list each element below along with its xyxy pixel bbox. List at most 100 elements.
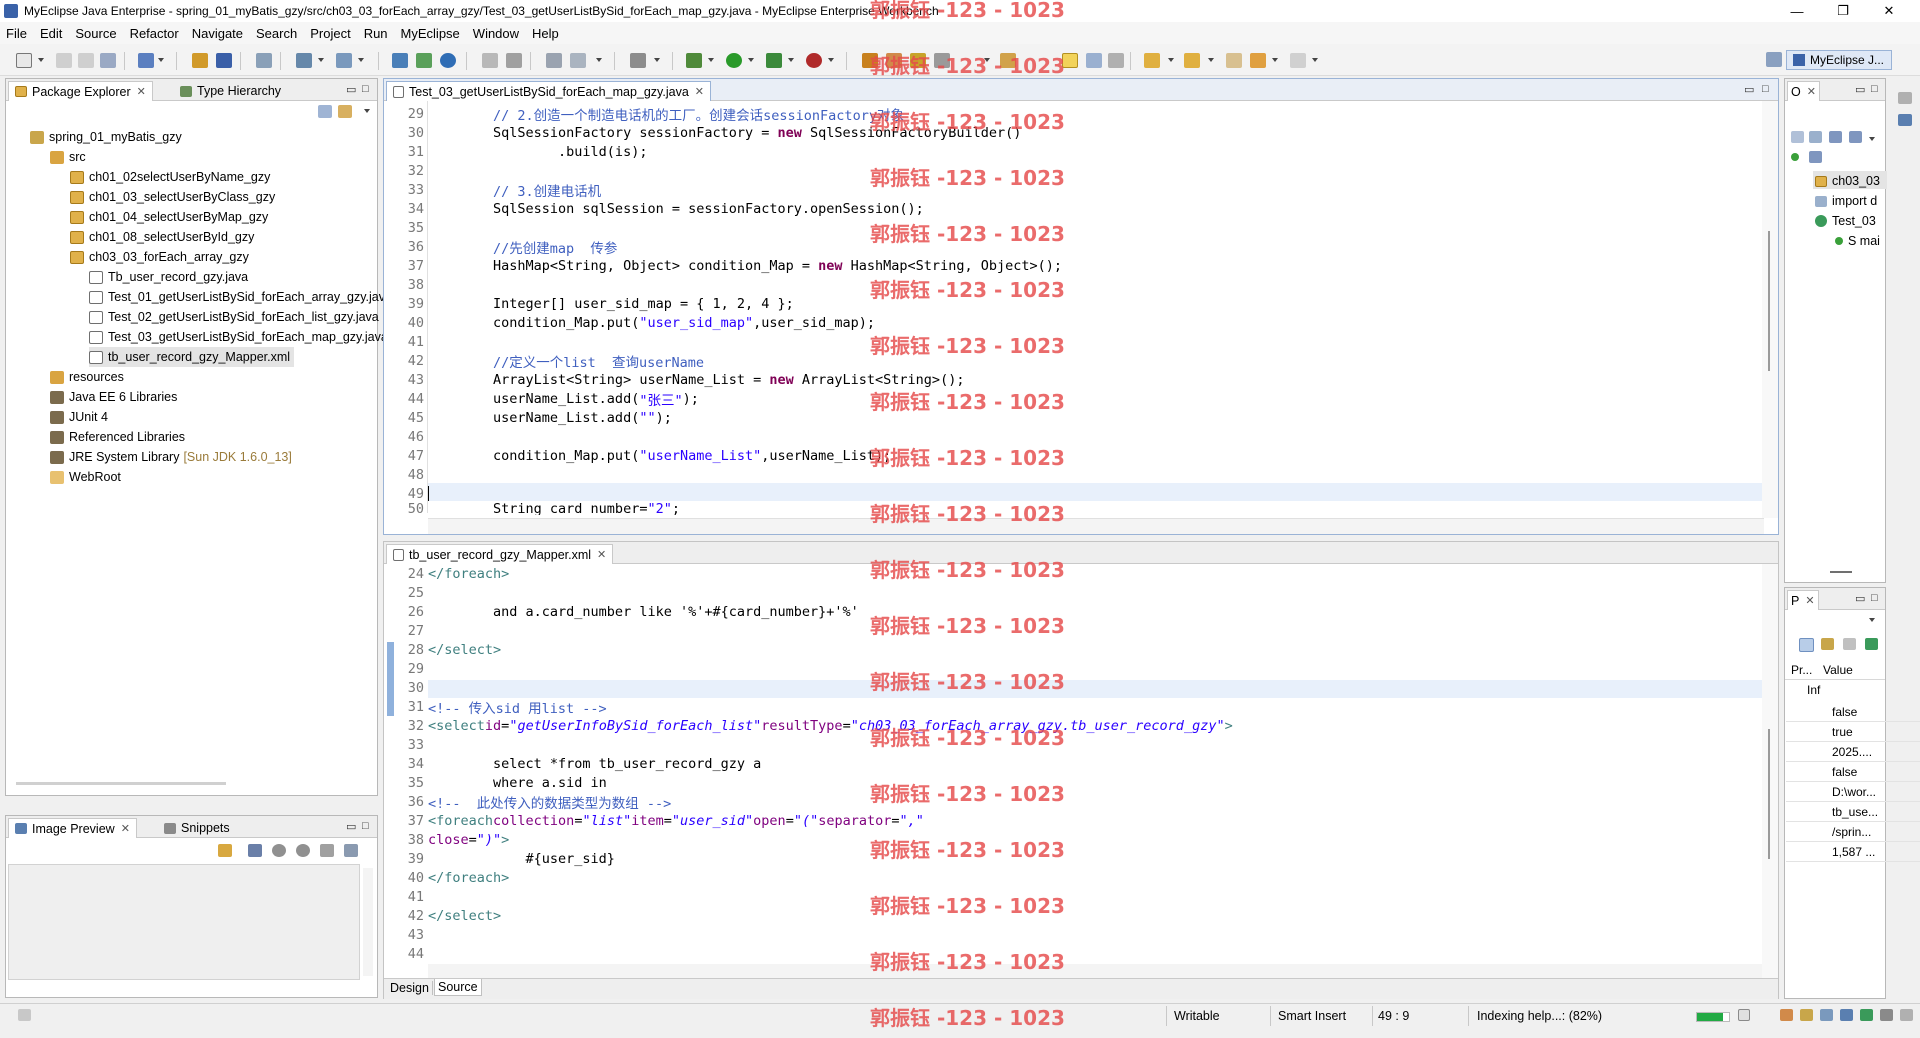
menu-edit[interactable]: Edit [40,26,62,41]
restore-default-icon[interactable] [1843,638,1856,650]
horizontal-scrollbar[interactable] [16,782,226,785]
code-line[interactable]: 24 </foreach> [384,564,510,583]
menu-file[interactable]: File [6,26,27,41]
report-icon[interactable] [546,53,562,68]
close-icon[interactable]: ✕ [1807,85,1816,98]
open-task-icon[interactable] [862,53,878,68]
code-line[interactable]: 38 close = ")" > [384,830,510,849]
tab-image-preview[interactable]: Image Preview ✕ [8,818,137,838]
code-line[interactable]: 31 .build(is); [384,142,648,161]
code-line[interactable]: 39 Integer[] user_sid_map = { 1, 2, 4 }; [384,294,794,313]
code-line[interactable]: 46 [384,427,428,446]
code-line[interactable]: 42 </select> [384,906,501,925]
tree-package[interactable]: ch03_03_forEach_array_gzy [70,247,249,267]
code-line[interactable]: 28 </select> [384,640,501,659]
sort-icon[interactable] [1809,131,1822,143]
trim-icon[interactable] [1820,1009,1833,1021]
debug-icon[interactable] [686,53,702,68]
back-history-icon[interactable] [482,53,498,68]
open-type-icon[interactable] [392,53,408,68]
minimize-button[interactable]: — [1774,0,1820,22]
maximize-view-icon[interactable]: □ [362,820,369,832]
code-line[interactable]: 29 [384,659,428,678]
tree-package[interactable]: ch01_02selectUserByName_gzy [70,167,270,187]
task-icon[interactable] [934,53,950,68]
outline-item-imports[interactable]: import d [1815,191,1877,211]
code-line[interactable]: 37 <foreach collection = "list" item = "user… [384,811,924,830]
code-line[interactable]: 40 </foreach> [384,868,510,887]
tab-xml-file[interactable]: tb_user_record_gzy_Mapper.xml ✕ [386,544,614,564]
chevron-down-icon[interactable] [158,58,164,62]
code-line[interactable]: 44 userName_List.add("张三"); [384,389,699,409]
close-icon[interactable]: ✕ [597,548,606,561]
chevron-down-icon[interactable] [1272,58,1278,62]
chevron-down-icon[interactable] [1208,58,1214,62]
tab-design[interactable]: Design [387,981,433,995]
menu-myeclipse[interactable]: MyEclipse [401,26,460,41]
tree-file-selected[interactable]: tb_user_record_gzy_Mapper.xml [89,347,295,367]
show-advanced-icon[interactable] [1821,638,1834,650]
back-icon[interactable] [1250,53,1266,68]
chevron-down-icon[interactable] [318,58,324,62]
tree-file[interactable]: Tb_user_record_gzy.java [89,267,248,287]
code-line[interactable]: 43 [384,925,428,944]
database-icon[interactable] [506,53,522,68]
code-line[interactable]: 35 [384,218,428,237]
menu-source[interactable]: Source [75,26,116,41]
horizontal-scrollbar[interactable] [428,964,1764,978]
hide-static-icon[interactable] [1849,131,1862,143]
hide-nonpublic-icon[interactable] [1791,153,1799,161]
tree-library[interactable]: Referenced Libraries [50,427,185,447]
tree-file[interactable]: Test_03_getUserListBySid_forEach_map_gzy… [89,327,388,347]
tree-package[interactable]: ch01_03_selectUserByClass_gzy [70,187,275,207]
tab-source[interactable]: Source [434,979,482,996]
code-line[interactable]: 34 select *from tb_user_record_gzy a [384,754,762,773]
trim-icon[interactable] [1800,1009,1813,1021]
code-line[interactable]: 27 [384,621,428,640]
globe-icon[interactable] [440,53,456,68]
outline-item-package[interactable]: ch03_03 [1815,171,1880,191]
menu-navigate[interactable]: Navigate [192,26,243,41]
chevron-down-icon[interactable] [1312,58,1318,62]
menu-help[interactable]: Help [532,26,559,41]
chevron-down-icon[interactable] [358,58,364,62]
tree-library[interactable]: Java EE 6 Libraries [50,387,177,407]
property-row[interactable]: 1,587 ... [1786,842,1920,862]
minimize-view-icon[interactable]: ▭ [1855,83,1865,96]
tree-project[interactable]: spring_01_myBatis_gzy [30,127,182,147]
menu-project[interactable]: Project [310,26,350,41]
code-line[interactable]: 30 SqlSessionFactory sessionFactory = ne… [384,123,1022,142]
vertical-scrollbar[interactable] [1762,564,1778,978]
code-line[interactable]: 25 [384,583,428,602]
collapse-all-icon[interactable] [318,105,332,118]
property-row[interactable]: D:\wor... [1786,782,1920,802]
trim-icon[interactable] [1880,1009,1893,1021]
tree-webroot[interactable]: WebRoot [50,467,121,487]
menu-window[interactable]: Window [473,26,519,41]
search-icon[interactable] [336,53,352,68]
property-row[interactable]: false [1786,762,1920,782]
chevron-down-icon[interactable] [828,58,834,62]
tree-file[interactable]: Test_02_getUserListBySid_forEach_list_gz… [89,307,379,327]
next-annotation-icon[interactable] [1144,53,1160,68]
zoom-in-icon[interactable] [296,844,310,857]
property-row[interactable]: /sprin... [1786,822,1920,842]
open-resource-icon[interactable] [416,53,432,68]
horizontal-scrollbar[interactable] [428,518,1764,534]
maximize-view-icon[interactable]: □ [362,83,369,95]
save-icon[interactable] [56,53,72,68]
open-perspective-icon[interactable] [1766,52,1782,67]
property-row[interactable]: 2025.... [1786,742,1920,762]
tab-properties[interactable]: P ✕ [1787,590,1819,610]
code-line[interactable]: 44 [384,944,428,963]
code-line[interactable]: 42 //定义一个list 查询userName [384,351,704,371]
menu-refactor[interactable]: Refactor [130,26,179,41]
code-line[interactable]: 33 // 3.创建电话机 [384,180,601,200]
servers-icon[interactable] [1898,114,1912,126]
chevron-down-icon[interactable] [984,58,990,62]
fast-view-icon[interactable] [18,1009,31,1021]
minimize-view-icon[interactable]: ▭ [1855,592,1865,605]
minimize-view-icon[interactable]: ▭ [346,83,356,96]
maximize-view-icon[interactable]: □ [1871,592,1878,604]
package-icon[interactable] [886,53,902,68]
